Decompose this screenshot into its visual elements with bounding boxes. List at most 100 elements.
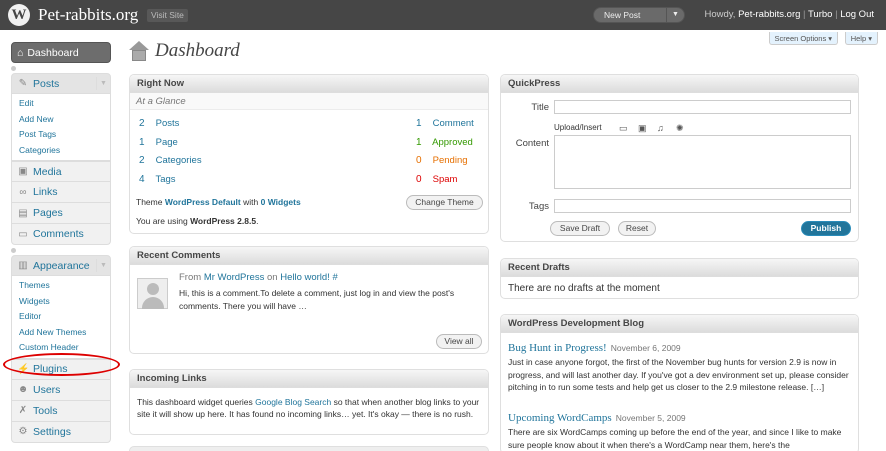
stat-comments[interactable]: 1 Comment xyxy=(416,116,474,132)
reset-button[interactable]: Reset xyxy=(618,221,656,236)
stat-pending[interactable]: 0 Pending xyxy=(416,153,468,169)
menu-label: Settings xyxy=(33,425,71,438)
publish-button[interactable]: Publish xyxy=(801,221,851,236)
page-icon: ▤ xyxy=(18,207,28,219)
submenu-item-editor[interactable]: Editor xyxy=(12,309,110,325)
no-drafts-message: There are no drafts at the moment xyxy=(508,283,660,294)
howdy-text: Howdy, xyxy=(704,9,736,20)
media-upload-icon[interactable]: ✺ xyxy=(676,124,685,133)
chevron-down-icon[interactable]: ▼ xyxy=(666,8,684,22)
home-icon: ⌂ xyxy=(17,46,24,59)
version-number: WordPress 2.8.5 xyxy=(190,216,257,226)
menu-label: Dashboard xyxy=(27,46,79,59)
menu-label: Comments xyxy=(33,228,84,240)
tools-icon: ✗ xyxy=(18,405,28,416)
user-links: Howdy, Pet-rabbits.org | Turbo | Log Out xyxy=(704,9,874,20)
submenu-item-add-new[interactable]: Add New xyxy=(12,112,110,128)
google-blog-search-link[interactable]: Google Blog Search xyxy=(255,397,331,407)
submenu-item-add-new-themes[interactable]: Add New Themes xyxy=(12,325,110,341)
posts-submenu: Edit Add New Post Tags Categories xyxy=(11,94,111,161)
stat-approved[interactable]: 1 Approved xyxy=(416,135,473,151)
dashboard-home-icon xyxy=(129,41,149,61)
comment-bubble-icon: ▭ xyxy=(18,228,28,240)
menu-item-dashboard[interactable]: ⌂ Dashboard xyxy=(11,42,111,63)
widget-title[interactable]: Incoming Links xyxy=(130,370,488,388)
stat-spam[interactable]: 0 Spam xyxy=(416,172,457,188)
logout-link[interactable]: Log Out xyxy=(840,9,874,20)
widget-title[interactable]: WordPress Development Blog xyxy=(501,315,858,333)
chevron-down-icon[interactable]: ▼ xyxy=(96,77,110,90)
menu-item-links[interactable]: ∞ Links xyxy=(11,182,111,203)
image-upload-icon[interactable]: ▭ xyxy=(619,124,628,133)
content-textarea[interactable] xyxy=(554,135,851,189)
page-title: Dashboard xyxy=(129,40,240,62)
change-theme-button[interactable]: Change Theme xyxy=(406,195,483,210)
version-info: You are using WordPress 2.8.5. xyxy=(136,216,259,226)
appearance-submenu: Themes Widgets Editor Add New Themes Cus… xyxy=(11,276,111,359)
widget-title[interactable]: Recent Comments xyxy=(130,247,488,265)
help-tab[interactable]: Help ▾ xyxy=(844,32,878,45)
comment-excerpt: Hi, this is a comment.To delete a commen… xyxy=(179,288,455,311)
blog-post-date: November 5, 2009 xyxy=(615,413,686,423)
menu-label: Pages xyxy=(33,207,63,219)
menu-item-settings[interactable]: ⚙ Settings xyxy=(11,421,111,443)
stat-pages[interactable]: 1 Page xyxy=(139,135,178,151)
stat-posts[interactable]: 2 Posts xyxy=(139,116,179,132)
recent-drafts-widget: Recent Drafts There are no drafts at the… xyxy=(500,258,859,299)
screen-options-tab[interactable]: Screen Options ▾ xyxy=(768,32,839,45)
menu-item-tools[interactable]: ✗ Tools xyxy=(11,400,111,422)
view-all-button[interactable]: View all xyxy=(436,334,482,349)
quickpress-widget: QuickPress Title Upload/Insert ▭ ▣ ♫ ✺ C… xyxy=(500,74,859,242)
blog-post-title[interactable]: Upcoming WordCamps November 5, 2009 xyxy=(508,412,686,424)
widget-title[interactable]: Recent Drafts xyxy=(501,259,858,277)
menu-separator xyxy=(11,63,111,73)
submenu-item-post-tags[interactable]: Post Tags xyxy=(12,127,110,143)
chevron-down-icon[interactable]: ▼ xyxy=(96,259,110,272)
blog-post-excerpt: Just in case anyone forgot, the first of… xyxy=(508,357,849,392)
tags-input[interactable] xyxy=(554,199,851,213)
theme-link[interactable]: WordPress Default xyxy=(165,197,241,207)
audio-upload-icon[interactable]: ♫ xyxy=(657,124,666,133)
title-input[interactable] xyxy=(554,100,851,114)
tags-label: Tags xyxy=(528,201,549,212)
submenu-item-themes[interactable]: Themes xyxy=(12,278,110,294)
menu-item-posts[interactable]: ✎ Posts ▼ xyxy=(11,73,111,94)
screen-meta-tabs: Screen Options ▾ Help ▾ xyxy=(765,32,878,45)
user-profile-link[interactable]: Pet-rabbits.org xyxy=(738,9,800,20)
menu-item-media[interactable]: ▣ Media xyxy=(11,161,111,182)
widgets-link[interactable]: 0 Widgets xyxy=(261,197,301,207)
page-title-text: Dashboard xyxy=(155,40,240,61)
comment-permalink[interactable]: # xyxy=(332,272,337,283)
content-label: Content xyxy=(515,138,549,149)
stat-tags[interactable]: 4 Tags xyxy=(139,172,176,188)
comment-post-link[interactable]: Hello world! xyxy=(280,272,330,283)
save-draft-button[interactable]: Save Draft xyxy=(550,221,610,236)
comment-author-link[interactable]: Mr WordPress xyxy=(204,272,265,283)
stat-categories[interactable]: 2 Categories xyxy=(139,153,202,169)
admin-header: W Pet-rabbits.org Visit Site New Post ▼ … xyxy=(0,0,886,30)
submenu-item-edit[interactable]: Edit xyxy=(12,96,110,112)
menu-item-pages[interactable]: ▤ Pages xyxy=(11,203,111,224)
incoming-links-widget: Incoming Links This dashboard widget que… xyxy=(129,369,489,435)
media-icon: ▣ xyxy=(18,166,28,177)
menu-label: Posts xyxy=(33,77,60,90)
submenu-item-widgets[interactable]: Widgets xyxy=(12,294,110,310)
blog-post-title[interactable]: Bug Hunt in Progress! November 6, 2009 xyxy=(508,342,681,354)
menu-label: Appearance xyxy=(33,259,90,272)
visit-site-button[interactable]: Visit Site xyxy=(147,9,188,22)
avatar xyxy=(137,278,168,309)
new-post-button[interactable]: New Post ▼ xyxy=(593,7,685,23)
video-upload-icon[interactable]: ▣ xyxy=(638,124,647,133)
widget-title[interactable]: QuickPress xyxy=(501,75,858,93)
menu-item-comments[interactable]: ▭ Comments xyxy=(11,224,111,245)
site-title[interactable]: Pet-rabbits.org xyxy=(38,5,138,25)
blog-post-excerpt: There are six WordCamps coming up before… xyxy=(508,427,842,450)
annotation-highlight-ring xyxy=(3,353,120,376)
turbo-link[interactable]: Turbo xyxy=(808,9,832,20)
menu-item-appearance[interactable]: ▥ Appearance ▼ xyxy=(11,255,111,276)
at-a-glance-label: At a Glance xyxy=(130,93,488,110)
right-now-widget: Right Now At a Glance 2 Posts 1 Page 2 C… xyxy=(129,74,489,234)
submenu-item-categories[interactable]: Categories xyxy=(12,143,110,159)
menu-item-users[interactable]: ☻ Users xyxy=(11,379,111,401)
widget-title[interactable]: Right Now xyxy=(130,75,488,93)
